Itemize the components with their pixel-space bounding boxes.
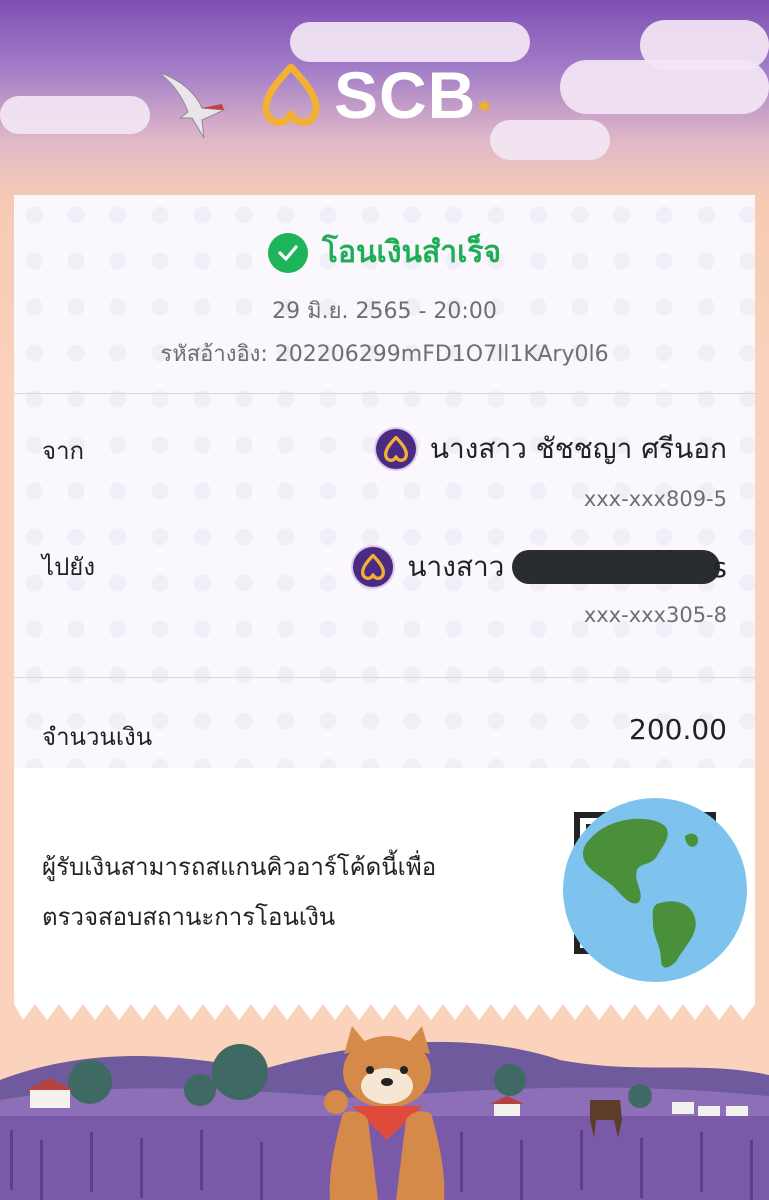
sender-name: นางสาว ชัชชญา ศรีนอก bbox=[429, 432, 727, 465]
redaction-bar bbox=[512, 550, 721, 584]
recipient-account: xxx-xxx305-8 bbox=[583, 603, 727, 627]
transaction-datetime: 29 มิ.ย. 2565 - 20:00 bbox=[272, 299, 497, 324]
cloud-decoration bbox=[0, 96, 150, 134]
globe-icon bbox=[563, 798, 747, 982]
recipient-name-suffix: s bbox=[712, 550, 727, 584]
scb-bank-icon bbox=[375, 429, 416, 469]
sender-row: นางสาว ชัชชญา ศรีนอก bbox=[375, 427, 727, 471]
lavender-field-scene bbox=[0, 1020, 769, 1200]
status-title: โอนเงินสำเร็จ bbox=[321, 235, 502, 270]
scb-logo-text: SCB bbox=[334, 58, 477, 132]
qr-instruction-line: ผู้รับเงินสามารถสแกนคิวอาร์โค้ดนี้เพื่อ bbox=[42, 853, 437, 881]
cloud-decoration bbox=[490, 120, 610, 160]
amount-value: 200.00 bbox=[629, 713, 727, 746]
reference-number: รหัสอ้างอิง: 202206299mFD1O7ll1KAry0l6 bbox=[160, 342, 609, 367]
divider bbox=[14, 393, 755, 394]
transfer-status: โอนเงินสำเร็จ bbox=[14, 229, 755, 276]
recipient-name: นางสาว bbox=[407, 550, 505, 583]
recipient-row: นางสาว s bbox=[353, 545, 727, 589]
scb-bell-logo-icon bbox=[262, 64, 320, 126]
divider bbox=[14, 677, 755, 678]
sender-account: xxx-xxx809-5 bbox=[583, 487, 727, 511]
qr-section: ผู้รับเงินสามารถสแกนคิวอาร์โค้ดนี้เพื่อ … bbox=[14, 768, 755, 1000]
from-label: จาก bbox=[42, 437, 85, 465]
scb-bank-icon bbox=[353, 547, 394, 587]
shiba-dog-illustration bbox=[324, 1026, 445, 1200]
amount-label: จำนวนเงิน bbox=[42, 723, 153, 751]
check-circle-icon bbox=[267, 232, 308, 273]
cloud-decoration bbox=[640, 20, 769, 70]
scb-logo: SCB bbox=[262, 62, 476, 128]
to-label: ไปยัง bbox=[42, 553, 96, 581]
header-banner: SCB * bbox=[0, 0, 769, 195]
qr-instruction: ผู้รับเงินสามารถสแกนคิวอาร์โค้ดนี้เพื่อ … bbox=[42, 842, 522, 942]
sparkle-icon: * bbox=[478, 96, 491, 124]
bird-icon bbox=[157, 71, 226, 139]
cloud-decoration bbox=[290, 22, 530, 62]
qr-instruction-line: ตรวจสอบสถานะการโอนเงิน bbox=[42, 903, 336, 931]
